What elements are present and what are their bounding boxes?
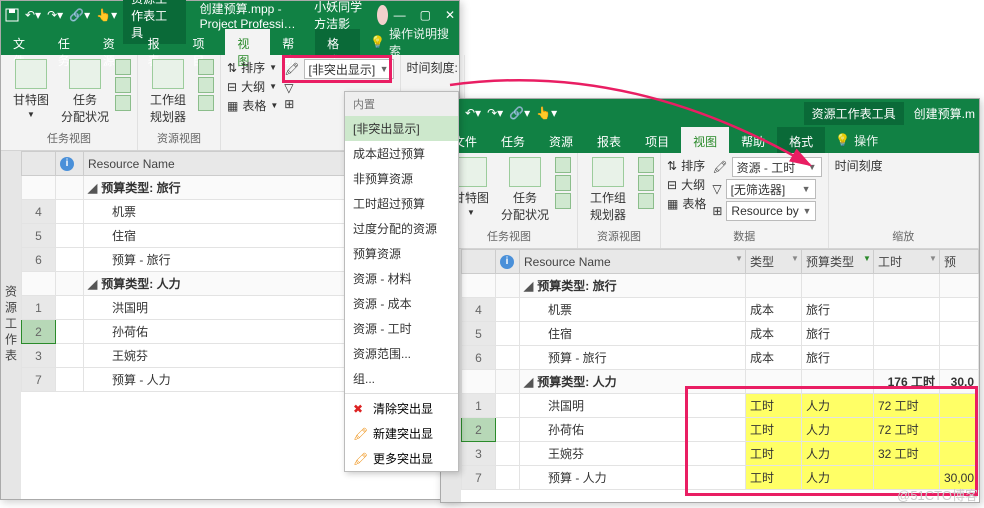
task-usage-button[interactable]: 任务 分配状况 [501, 157, 549, 223]
highlight-icon: 🖍 [284, 62, 299, 76]
col-budget: 预 [939, 250, 978, 274]
tab-help[interactable]: 帮助 [270, 29, 315, 55]
link-icon[interactable]: 🔗▾ [69, 8, 90, 22]
highlight-dropdown-menu: 内置 [非突出显示] 成本超过预算 非预算资源 工时超过预算 过度分配的资源 预… [344, 91, 459, 472]
col-name: Resource Name▼ [520, 250, 746, 274]
tab-report[interactable]: 报表 [136, 29, 181, 55]
team-planner-button[interactable]: 工作组 规划器 [584, 157, 632, 223]
tab-view[interactable]: 视图 [225, 29, 270, 55]
resource-sheet[interactable]: i Resource Name▼ 类型▼ 预算类型▼ 工时▼ 预 ◢预算类型: … [461, 249, 979, 502]
dd-clear[interactable]: ✖清除突出显 [345, 396, 458, 421]
highlight-dropdown[interactable]: 🖍资源 - 工时▼ [712, 157, 821, 177]
dd-new[interactable]: 🖍新建突出显 [345, 421, 458, 446]
user-name: 小妖同学 方洁影 [314, 0, 362, 32]
tab-file[interactable]: 文件 [1, 29, 46, 55]
undo-icon[interactable]: ↶▾ [465, 106, 481, 120]
sort-button[interactable]: ⇅排序 [667, 157, 706, 174]
touch-icon[interactable]: 👆▾ [536, 106, 557, 120]
context-tab-label: 资源工作表工具 [804, 102, 904, 125]
group-dropdown[interactable]: ⊞Resource by▼ [712, 201, 821, 221]
document-title: 创建预算.mpp - Project Professi… [200, 0, 300, 31]
save-icon[interactable] [5, 8, 19, 22]
gantt-button[interactable]: 甘特图▼ [7, 59, 55, 119]
tab-task[interactable]: 任务 [46, 29, 91, 55]
tables-button[interactable]: ▦表格▼ [227, 97, 278, 114]
document-title: 创建预算.m [914, 105, 975, 122]
col-type: 类型▼ [745, 250, 801, 274]
tab-help[interactable]: 帮助 [729, 127, 777, 153]
timescale-label: 时间刻度: [407, 59, 458, 76]
tell-me[interactable]: 💡操作说明搜索 [360, 29, 459, 55]
tell-me[interactable]: 💡操作 [825, 127, 888, 153]
dropdown-header: 内置 [345, 92, 458, 116]
ribbon-tabs: 文件 任务 资源 报表 项目 视图 帮助 格式 💡操作说明搜索 [1, 29, 459, 55]
dd-item[interactable]: 成本超过预算 [345, 141, 458, 166]
tab-report[interactable]: 报表 [585, 127, 633, 153]
quick-access-toolbar: ↶▾ ↷▾ 🔗▾ 👆▾ [5, 8, 117, 22]
dd-item[interactable]: 资源 - 成本 [345, 291, 458, 316]
tab-format[interactable]: 格式 [777, 127, 825, 153]
dd-item[interactable]: [非突出显示] [345, 116, 458, 141]
outline-button[interactable]: ⊟大纲▼ [227, 78, 278, 95]
avatar[interactable] [377, 5, 388, 25]
info-icon: i [60, 157, 74, 171]
team-planner-button[interactable]: 工作组 规划器 [144, 59, 192, 125]
bulb-icon: 💡 [370, 35, 385, 49]
outline-button[interactable]: ⊟大纲 [667, 176, 706, 193]
group-label-resource-view: 资源视图 [144, 128, 214, 146]
tab-project[interactable]: 项目 [633, 127, 681, 153]
dd-item[interactable]: 过度分配的资源 [345, 216, 458, 241]
dd-item[interactable]: 工时超过预算 [345, 191, 458, 216]
dd-item[interactable]: 预算资源 [345, 241, 458, 266]
tab-view[interactable]: 视图 [681, 127, 729, 153]
dd-item[interactable]: 非预算资源 [345, 166, 458, 191]
redo-icon[interactable]: ↷▾ [487, 106, 503, 120]
filter-dropdown[interactable]: ▽[无筛选器]▼ [712, 179, 821, 199]
tab-format[interactable]: 格式 [315, 29, 360, 55]
sort-button[interactable]: ⇅排序▼ [227, 59, 278, 76]
info-icon: i [500, 255, 514, 269]
bulb-icon: 💡 [835, 133, 850, 147]
group-label-task-view: 任务视图 [7, 128, 131, 146]
touch-icon[interactable]: 👆▾ [96, 8, 117, 22]
dd-item[interactable]: 资源 - 材料 [345, 266, 458, 291]
ribbon: 甘特图▼ 任务 分配状况 任务视图 工作组 规划器 资源视图 ⇅排序 ⊟大纲 ▦… [441, 153, 979, 249]
project-window-2: ↶▾ ↷▾ 🔗▾ 👆▾ 资源工作表工具 创建预算.m 文件 任务 资源 报表 项… [440, 98, 980, 503]
dd-item[interactable]: 资源 - 工时 [345, 316, 458, 341]
col-work: 工时▼ [873, 250, 939, 274]
tab-task[interactable]: 任务 [489, 127, 537, 153]
tab-resource[interactable]: 资源 [91, 29, 136, 55]
ribbon-tabs: 文件 任务 资源 报表 项目 视图 帮助 格式 💡操作 [441, 127, 979, 153]
highlight-dropdown[interactable]: 🖍 [非突出显示]▼ [284, 59, 393, 79]
dd-more[interactable]: 🖍更多突出显 [345, 446, 458, 471]
undo-icon[interactable]: ↶▾ [25, 8, 41, 22]
dd-item[interactable]: 资源范围... [345, 341, 458, 366]
col-name: Resource Name▼ [84, 152, 389, 176]
project-window-1: ↶▾ ↷▾ 🔗▾ 👆▾ 资源工作表工具 创建预算.mpp - Project P… [0, 0, 460, 500]
link-icon[interactable]: 🔗▾ [509, 106, 530, 120]
tab-resource[interactable]: 资源 [537, 127, 585, 153]
col-budget-type: 预算类型▼ [801, 250, 873, 274]
tab-project[interactable]: 项目 [181, 29, 226, 55]
dd-item[interactable]: 组... [345, 366, 458, 391]
maximize-icon[interactable]: ▢ [420, 8, 431, 22]
tables-button[interactable]: ▦表格 [667, 195, 706, 212]
watermark: @51CTO博客 [897, 485, 978, 504]
redo-icon[interactable]: ↷▾ [47, 8, 63, 22]
task-usage-button[interactable]: 任务 分配状况 [61, 59, 109, 125]
titlebar: ↶▾ ↷▾ 🔗▾ 👆▾ 资源工作表工具 创建预算.m [441, 99, 979, 127]
view-sidebar[interactable]: 资源工作表 [1, 151, 21, 499]
minimize-icon[interactable]: — [394, 8, 406, 22]
close-icon[interactable]: ✕ [445, 8, 455, 22]
